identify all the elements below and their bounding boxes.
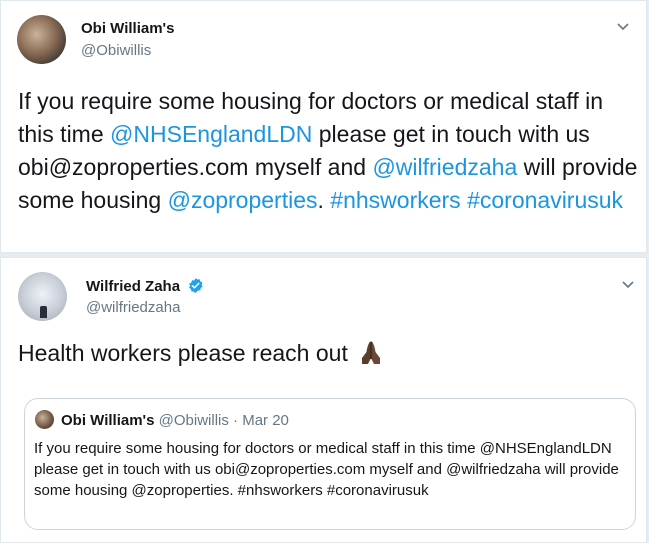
- quoted-tweet[interactable]: Obi William's @Obiwillis · Mar 20 If you…: [24, 398, 636, 530]
- tweet-author-name[interactable]: Wilfried Zaha: [86, 278, 180, 295]
- quoted-date: Mar 20: [242, 412, 289, 429]
- tweet-body: Health workers please reach out: [18, 337, 638, 370]
- quoted-tweet-body: If you require some housing for doctors …: [34, 440, 619, 499]
- quoted-author-handle: @Obiwillis: [158, 412, 229, 429]
- chevron-down-icon[interactable]: [621, 277, 635, 291]
- tweet-author-handle[interactable]: @Obiwillis: [81, 42, 151, 59]
- avatar-obi-williams[interactable]: [17, 15, 66, 64]
- tweet-author-name[interactable]: Obi William's: [81, 20, 174, 37]
- mention-link-zoproperties[interactable]: @zoproperties: [168, 187, 318, 213]
- hashtag-link-coronavirusuk[interactable]: #coronavirusuk: [467, 187, 623, 213]
- quoted-separator: ·: [233, 412, 239, 429]
- tweet-body: If you require some housing for doctors …: [18, 85, 638, 217]
- hashtag-link-nhsworkers[interactable]: #nhsworkers: [330, 187, 460, 213]
- tweet-text-segment: .: [317, 187, 331, 213]
- mention-link-wilfriedzaha[interactable]: @wilfriedzaha: [372, 154, 517, 180]
- mention-link-nhsenglandldn[interactable]: @NHSEnglandLDN: [110, 121, 312, 147]
- avatar-wilfried-zaha[interactable]: [18, 272, 67, 321]
- quoted-tweet-header: Obi William's @Obiwillis · Mar 20: [61, 412, 289, 429]
- quoted-avatar-obi-williams: [35, 410, 54, 429]
- verified-badge-icon: [189, 278, 203, 293]
- chevron-down-icon[interactable]: [616, 19, 630, 33]
- tweet-author-handle[interactable]: @wilfriedzaha: [86, 299, 180, 316]
- folded-hands-emoji: [362, 341, 381, 364]
- quoted-author-name: Obi William's: [61, 412, 155, 429]
- tweet-author-name-row: Wilfried Zaha: [86, 277, 204, 295]
- tweet-text: Health workers please reach out: [18, 340, 348, 366]
